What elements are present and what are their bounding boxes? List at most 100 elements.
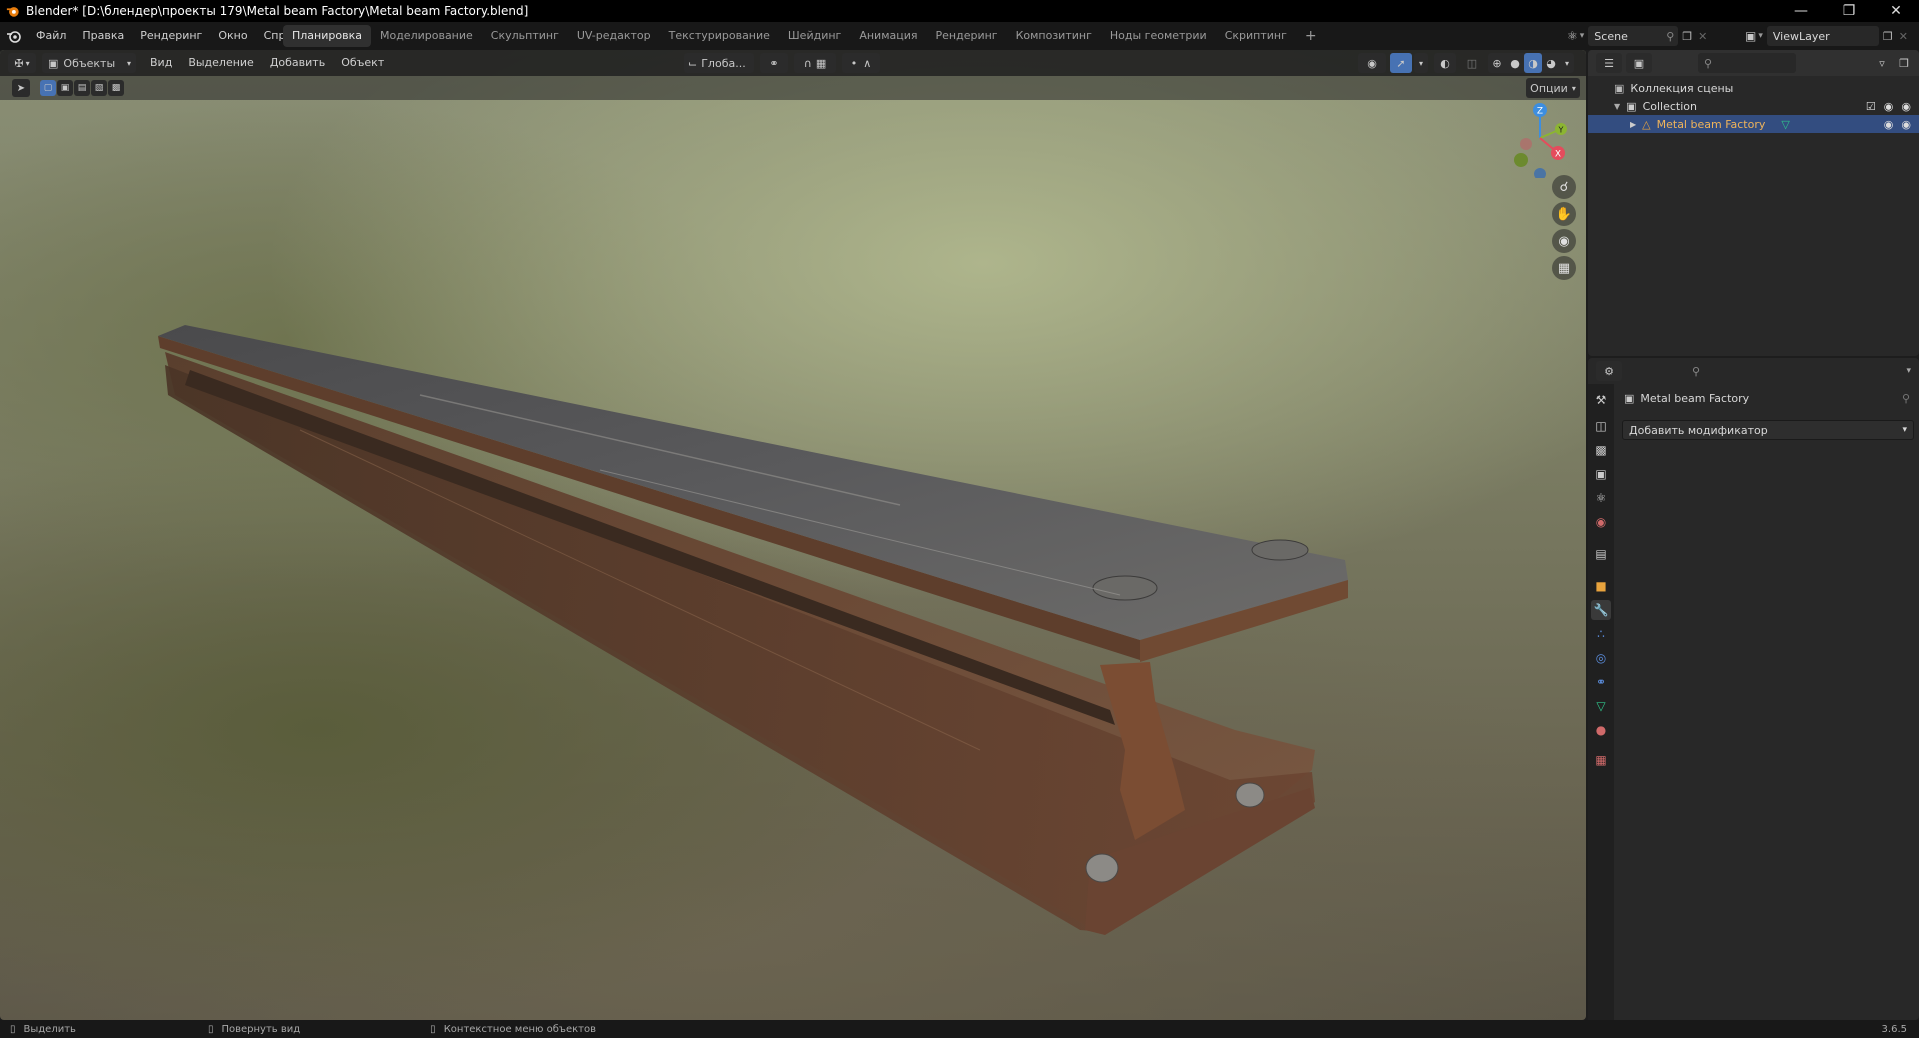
tab-layout[interactable]: Планировка xyxy=(283,25,371,47)
tab-shading[interactable]: Шейдинг xyxy=(779,25,850,47)
xray-toggle[interactable]: ◫ xyxy=(1462,53,1482,73)
expand-arrow-icon[interactable]: ▶ xyxy=(1630,120,1636,129)
snap-toggle[interactable]: ∩ ▦ xyxy=(794,53,836,73)
add-workspace-button[interactable]: + xyxy=(1296,25,1326,47)
menu-file[interactable]: Файл xyxy=(28,25,74,47)
select-mode-subtract[interactable]: ▤ xyxy=(74,80,90,96)
menu-render[interactable]: Рендеринг xyxy=(132,25,210,47)
outliner-row-scene-collection[interactable]: ▣ Коллекция сцены xyxy=(1588,79,1919,97)
wireframe-shading-button[interactable]: ⊕ xyxy=(1488,53,1506,73)
tab-rendering[interactable]: Рендеринг xyxy=(927,25,1007,47)
active-tool-button[interactable]: ➤ xyxy=(12,79,30,97)
window-title: Blender* [D:\блендер\проекты 179\Metal b… xyxy=(26,4,529,18)
editor-type-button[interactable]: ✠ ▾ xyxy=(8,53,36,73)
scene-tab[interactable]: ⚛ xyxy=(1591,488,1611,508)
tab-scripting[interactable]: Скриптинг xyxy=(1216,25,1296,47)
material-preview-button[interactable]: ◑ xyxy=(1524,53,1542,73)
pivot-point-button[interactable]: ⚭ xyxy=(760,53,788,73)
exclude-checkbox-icon[interactable]: ☑ xyxy=(1866,100,1876,113)
collection-tab[interactable]: ▤ xyxy=(1591,544,1611,564)
world-tab[interactable]: ◉ xyxy=(1591,512,1611,532)
menu-window[interactable]: Окно xyxy=(210,25,255,47)
viewport-menu-select[interactable]: Выделение xyxy=(180,52,262,74)
render-tab[interactable]: ◫ xyxy=(1591,416,1611,436)
menu-edit[interactable]: Правка xyxy=(74,25,132,47)
interaction-mode-select[interactable]: ▣ Объекты ▾ xyxy=(42,53,136,73)
material-tab[interactable]: ● xyxy=(1591,720,1611,740)
select-mode-new[interactable]: ▢ xyxy=(40,80,56,96)
modifier-tab[interactable]: 🔧 xyxy=(1591,600,1611,620)
pin-icon[interactable]: ⚲ xyxy=(1902,392,1910,405)
outliner-search-field[interactable]: ⚲ xyxy=(1698,53,1796,73)
visibility-button[interactable]: ◉ xyxy=(1358,53,1386,73)
collection-label: Collection xyxy=(1642,99,1697,113)
tab-sculpting[interactable]: Скульптинг xyxy=(482,25,568,47)
viewport-menu-add[interactable]: Добавить xyxy=(262,52,333,74)
camera-view-button[interactable]: ◉ xyxy=(1552,229,1576,253)
properties-tabs: ⚒ ◫ ▩ ▣ ⚛ ◉ ▤ ■ 🔧 ∴ ◎ ⚭ ▽ ● ▦ xyxy=(1588,384,1614,1020)
tool-tab[interactable]: ⚒ xyxy=(1591,390,1611,410)
outliner-editor-type-button[interactable]: ☰ xyxy=(1596,53,1622,73)
tab-geometry-nodes[interactable]: Ноды геометрии xyxy=(1101,25,1216,47)
eye-icon[interactable]: ◉ xyxy=(1884,118,1894,131)
minimize-window-button[interactable]: — xyxy=(1778,0,1824,22)
display-mode-button[interactable]: ▣ xyxy=(1626,53,1652,73)
new-collection-button[interactable]: ❐ xyxy=(1895,53,1913,73)
eye-icon[interactable]: ◉ xyxy=(1884,100,1894,113)
delete-scene-icon[interactable]: ✕ xyxy=(1698,30,1707,43)
tab-modeling[interactable]: Моделирование xyxy=(371,25,482,47)
constraints-tab[interactable]: ⚭ xyxy=(1591,672,1611,692)
object-tab[interactable]: ■ xyxy=(1591,576,1611,596)
gizmo-toggle[interactable]: ➚ xyxy=(1390,53,1412,73)
view-layer-tab[interactable]: ▣ xyxy=(1591,464,1611,484)
solid-shading-button[interactable]: ● xyxy=(1506,53,1524,73)
add-modifier-dropdown[interactable]: Добавить модификатор ▾ xyxy=(1622,420,1914,440)
new-scene-icon[interactable]: ❐ xyxy=(1682,30,1692,43)
new-view-layer-icon[interactable]: ❐ xyxy=(1883,30,1893,43)
data-tab[interactable]: ▽ xyxy=(1591,696,1611,716)
tab-texture-paint[interactable]: Текстурирование xyxy=(660,25,779,47)
outliner-row-collection[interactable]: ▼ ▣ Collection ☑ ◉ ◉ xyxy=(1588,97,1919,115)
pan-view-button[interactable]: ✋ xyxy=(1552,202,1576,226)
tab-uv-editing[interactable]: UV-редактор xyxy=(568,25,660,47)
texture-tab[interactable]: ▦ xyxy=(1591,750,1611,770)
camera-render-icon[interactable]: ◉ xyxy=(1901,100,1911,113)
properties-search-field[interactable]: ⚲ xyxy=(1686,361,1784,381)
blender-menu-icon[interactable] xyxy=(6,28,22,44)
maximize-window-button[interactable]: ❐ xyxy=(1826,0,1872,22)
zoom-view-button[interactable]: ☌ xyxy=(1552,175,1576,199)
tab-compositing[interactable]: Композитинг xyxy=(1007,25,1101,47)
select-mode-extend[interactable]: ▣ xyxy=(57,80,73,96)
filter-button[interactable]: ▿ xyxy=(1869,53,1895,73)
physics-tab[interactable]: ◎ xyxy=(1591,648,1611,668)
viewport-menu-view[interactable]: Вид xyxy=(142,52,180,74)
chevron-down-icon[interactable]: ▾ xyxy=(1906,366,1911,376)
close-window-button[interactable]: ✕ xyxy=(1873,0,1919,22)
select-mode-invert[interactable]: ▧ xyxy=(91,80,107,96)
chevron-down-icon: ▾ xyxy=(126,58,131,68)
outliner-row-object[interactable]: ▶ △ Metal beam Factory ▽ ◉ ◉ xyxy=(1588,115,1919,133)
delete-view-layer-icon[interactable]: ✕ xyxy=(1899,30,1908,43)
camera-render-icon[interactable]: ◉ xyxy=(1901,118,1911,131)
rendered-shading-button[interactable]: ◕ xyxy=(1542,53,1560,73)
overlays-toggle[interactable]: ◐ xyxy=(1434,53,1456,73)
collapse-arrow-icon[interactable]: ▼ xyxy=(1614,102,1620,111)
viewport-menu-object[interactable]: Объект xyxy=(333,52,392,74)
properties-editor-type-button[interactable]: ⚙ xyxy=(1596,361,1622,381)
tab-animation[interactable]: Анимация xyxy=(850,25,926,47)
select-mode-intersect[interactable]: ▩ xyxy=(108,80,124,96)
pin-icon[interactable]: ⚲ xyxy=(1666,30,1674,43)
proportional-editing-toggle[interactable]: • ∧ xyxy=(842,53,880,73)
3d-viewport[interactable]: ✠ ▾ ▣ Объекты ▾ Вид Выделение Добавить Об… xyxy=(0,50,1586,1020)
view-layer-selector[interactable]: ViewLayer xyxy=(1766,26,1879,46)
scene-selector[interactable]: Scene ⚲ xyxy=(1588,26,1679,46)
navigation-gizmo[interactable]: Z Y X xyxy=(1500,98,1580,178)
perspective-toggle-button[interactable]: ▦ xyxy=(1552,256,1576,280)
options-dropdown[interactable]: Опции ▾ xyxy=(1526,78,1580,98)
shading-dropdown[interactable]: ▾ xyxy=(1560,53,1574,73)
particles-tab[interactable]: ∴ xyxy=(1591,624,1611,644)
gizmo-dropdown[interactable]: ▾ xyxy=(1414,53,1428,73)
output-tab[interactable]: ▩ xyxy=(1591,440,1611,460)
metal-beam-model[interactable] xyxy=(0,50,1586,1020)
transform-orientation-select[interactable]: ⌙ Глоба... xyxy=(684,53,754,73)
